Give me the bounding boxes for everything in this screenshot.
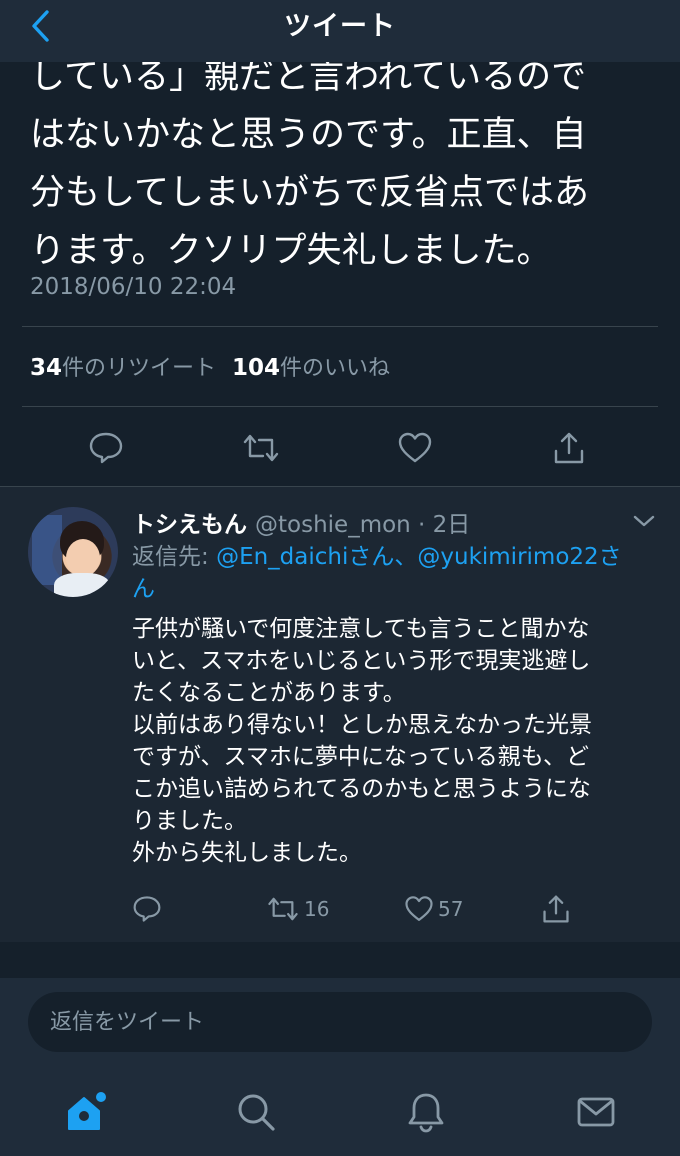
more-options-button[interactable]	[630, 509, 658, 533]
tab-notifications[interactable]	[402, 1088, 450, 1136]
tab-search[interactable]	[232, 1088, 280, 1136]
reply-author-name[interactable]: トシえもん	[132, 505, 247, 539]
reply-icon	[89, 432, 123, 464]
reply-actions: 16 57	[0, 887, 680, 931]
reply-like-button[interactable]: 57	[404, 891, 463, 927]
like-icon	[398, 432, 432, 463]
retweet-icon	[268, 897, 298, 921]
replying-to: 返信先: @En_daichiさん、@yukimirimo22さん	[132, 541, 652, 605]
like-label: 件のいいね	[280, 356, 391, 381]
tab-home[interactable]	[62, 1088, 110, 1136]
divider	[22, 326, 658, 327]
mention-en-daichi[interactable]: @En_daichiさん	[216, 544, 394, 570]
retweet-count: 34	[30, 355, 63, 381]
divider	[22, 406, 658, 407]
like-stat[interactable]: 104件のいいね	[232, 350, 390, 382]
reply-icon	[133, 896, 161, 922]
tweet-actions	[0, 420, 680, 476]
share-icon	[554, 432, 584, 464]
retweet-stat[interactable]: 34件のリツイート	[30, 350, 216, 382]
home-icon	[68, 1092, 106, 1130]
reply-button[interactable]	[86, 428, 126, 468]
reply-like-count: 57	[438, 897, 464, 921]
reply-share-button[interactable]	[541, 891, 571, 927]
reply-header: トシえもん @toshie_mon · 2日	[132, 505, 470, 539]
chevron-down-icon	[633, 515, 655, 527]
page-title: ツイート	[284, 11, 396, 42]
reply-reply-button[interactable]	[132, 891, 162, 927]
mention-yukimirimo22[interactable]: @yukimirimo22さ	[417, 544, 621, 570]
search-icon	[238, 1094, 275, 1131]
mention-separator: 、	[394, 544, 418, 570]
mention-yukimirimo22-cont[interactable]: ん	[132, 576, 155, 602]
notifications-icon	[408, 1093, 444, 1133]
retweet-button[interactable]	[241, 428, 281, 468]
retweet-label: 件のリツイート	[62, 356, 217, 381]
like-count: 104	[232, 355, 281, 381]
messages-icon	[577, 1097, 615, 1127]
reply-retweet-button[interactable]: 16	[266, 891, 329, 927]
retweet-icon	[243, 434, 279, 462]
replying-to-label: 返信先:	[132, 544, 209, 570]
tweet-text: している」親だと言われているので はないかなと思うのです。正直、自 分もしてしま…	[30, 57, 589, 271]
reply-author-handle: @toshie_mon · 2日	[255, 512, 471, 538]
reply-text: 子供が騒いで何度注意しても言うこと聞かな いと、スマホをいじるという形で現実逃避…	[132, 616, 592, 866]
reply-compose-input[interactable]	[28, 992, 652, 1052]
share-button[interactable]	[549, 428, 589, 468]
bottom-bar	[0, 978, 680, 1156]
like-icon	[405, 896, 433, 921]
reply-retweet-count: 16	[304, 897, 330, 921]
like-button[interactable]	[395, 428, 435, 468]
top-navigation-bar: ツイート	[0, 0, 680, 62]
tweet-stats: 34件のリツイート 104件のいいね	[30, 350, 390, 382]
avatar[interactable]	[28, 507, 118, 597]
tab-messages[interactable]	[572, 1088, 620, 1136]
timeline-gap	[0, 942, 680, 978]
reply-tweet[interactable]: トシえもん @toshie_mon · 2日 返信先: @En_daichiさん…	[0, 487, 680, 942]
share-icon	[543, 895, 569, 923]
